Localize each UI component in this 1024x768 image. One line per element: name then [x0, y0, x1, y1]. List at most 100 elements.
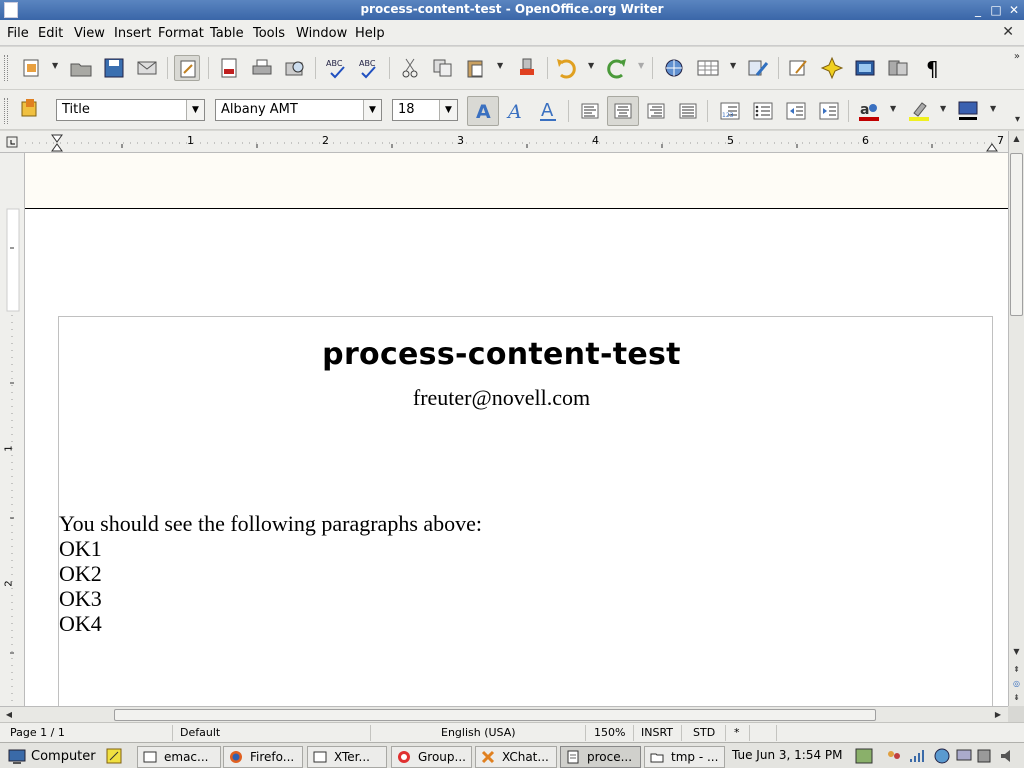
network-signal-icon[interactable] [908, 747, 926, 765]
print-icon[interactable] [249, 55, 275, 81]
align-left-icon[interactable] [577, 98, 603, 124]
page-header-region[interactable] [25, 153, 1008, 209]
chevron-down-icon[interactable]: ▼ [186, 100, 204, 120]
vertical-scroll-thumb[interactable] [1010, 153, 1023, 316]
zoom-indicator[interactable]: 150% [594, 726, 625, 741]
toolbar-handle[interactable] [4, 55, 8, 81]
new-document-icon[interactable] [18, 55, 44, 81]
close-window-button[interactable]: ✕ [1006, 2, 1022, 18]
menu-window[interactable]: Window [296, 26, 347, 41]
font-name-select[interactable]: Albany AMT ▼ [215, 99, 382, 121]
highlighting-dropdown-arrow[interactable]: ▼ [940, 104, 948, 113]
maximize-button[interactable]: □ [988, 2, 1004, 18]
scroll-down-icon[interactable]: ▼ [1010, 647, 1023, 659]
show-desktop-icon[interactable] [855, 747, 873, 765]
edit-file-icon[interactable] [174, 55, 200, 81]
formatting-marks-icon[interactable]: ¶ [919, 55, 945, 81]
notes-icon[interactable] [104, 747, 124, 765]
new-dropdown-arrow[interactable]: ▼ [52, 61, 60, 70]
next-page-icon[interactable]: ⇟ [1010, 693, 1023, 705]
underline-button[interactable]: A [535, 98, 561, 124]
menu-tools[interactable]: Tools [253, 26, 285, 41]
find-replace-icon[interactable] [786, 55, 812, 81]
hyperlink-icon[interactable] [661, 55, 687, 81]
menu-file[interactable]: File [7, 26, 29, 41]
toolbar-handle[interactable] [4, 98, 8, 124]
align-right-icon[interactable] [643, 98, 669, 124]
email-document-icon[interactable] [134, 55, 160, 81]
background-color-dropdown-arrow[interactable]: ▼ [990, 104, 998, 113]
taskbar-item-xterm[interactable]: XTer... [307, 746, 387, 768]
redo-icon[interactable] [604, 55, 630, 81]
navigator-icon[interactable] [819, 55, 845, 81]
highlighting-icon[interactable] [906, 98, 932, 124]
decrease-indent-icon[interactable] [783, 98, 809, 124]
insert-table-icon[interactable] [695, 55, 721, 81]
body-paragraph[interactable]: You should see the following paragraphs … [59, 511, 482, 537]
vertical-ruler[interactable]: 1 2 [0, 153, 25, 706]
vertical-scrollbar[interactable]: ▲ ▼ ⇞ ◎ ⇟ [1008, 131, 1024, 706]
language-indicator[interactable]: English (USA) [441, 726, 516, 741]
open-folder-icon[interactable] [68, 55, 94, 81]
menu-insert[interactable]: Insert [114, 26, 151, 41]
insert-mode-indicator[interactable]: INSRT [641, 726, 673, 741]
font-color-icon[interactable]: a [856, 98, 882, 124]
body-paragraph[interactable]: OK4 [59, 611, 102, 637]
spellcheck-icon[interactable]: ABC [323, 55, 349, 81]
menu-help[interactable]: Help [355, 26, 385, 41]
document-author[interactable]: freuter@novell.com [0, 385, 1003, 411]
taskbar-item-groupwise[interactable]: Group... [391, 746, 472, 768]
show-draw-functions-icon[interactable] [745, 55, 771, 81]
navigation-icon[interactable]: ◎ [1010, 679, 1023, 691]
previous-page-icon[interactable]: ⇞ [1010, 665, 1023, 677]
taskbar-item-xchat[interactable]: XChat... [475, 746, 557, 768]
minimize-button[interactable]: _ [970, 2, 986, 18]
undo-dropdown-arrow[interactable]: ▼ [588, 61, 596, 70]
taskbar-item-writer[interactable]: proce... [560, 746, 641, 768]
background-color-icon[interactable] [955, 98, 981, 124]
export-pdf-icon[interactable] [216, 55, 242, 81]
updater-icon[interactable] [933, 747, 951, 765]
toolbar-overflow-icon[interactable]: ▾ [1015, 114, 1020, 125]
users-icon[interactable] [885, 747, 903, 765]
undo-icon[interactable] [553, 55, 579, 81]
gallery-icon[interactable] [852, 55, 878, 81]
battery-icon[interactable] [975, 747, 993, 765]
clone-formatting-icon[interactable] [514, 55, 540, 81]
chevron-down-icon[interactable]: ▼ [439, 100, 457, 120]
data-sources-icon[interactable] [885, 55, 911, 81]
italic-button[interactable]: A [503, 98, 529, 124]
paragraph-style-select[interactable]: Title ▼ [56, 99, 205, 121]
close-document-button[interactable]: ✕ [1002, 24, 1014, 40]
menu-edit[interactable]: Edit [38, 26, 63, 41]
styles-formatting-icon[interactable] [16, 96, 42, 122]
justify-icon[interactable] [675, 98, 701, 124]
font-color-dropdown-arrow[interactable]: ▼ [890, 104, 898, 113]
page-indicator[interactable]: Page 1 / 1 [10, 726, 65, 741]
toolbar-overflow-icon[interactable]: » [1014, 51, 1020, 62]
menu-table[interactable]: Table [210, 26, 244, 41]
bullets-icon[interactable] [750, 98, 776, 124]
align-center-icon[interactable] [607, 96, 639, 126]
taskbar-item-firefox[interactable]: Firefo... [223, 746, 303, 768]
page-preview-icon[interactable] [282, 55, 308, 81]
numbering-icon[interactable]: 123 [717, 98, 743, 124]
horizontal-scrollbar[interactable]: ◀ ▶ [0, 706, 1008, 722]
clock[interactable]: Tue Jun 3, 1:54 PM [732, 748, 843, 762]
scroll-up-icon[interactable]: ▲ [1010, 134, 1023, 146]
menu-format[interactable]: Format [158, 26, 204, 41]
taskbar-item-tmp-folder[interactable]: tmp - ... [644, 746, 725, 768]
copy-icon[interactable] [430, 55, 456, 81]
font-size-select[interactable]: 18 ▼ [392, 99, 458, 121]
selection-mode-indicator[interactable]: STD [693, 726, 715, 741]
autospellcheck-icon[interactable]: ABC [356, 55, 382, 81]
body-paragraph[interactable]: OK3 [59, 586, 102, 612]
scroll-left-icon[interactable]: ◀ [3, 708, 15, 721]
menu-view[interactable]: View [74, 26, 105, 41]
chevron-down-icon[interactable]: ▼ [363, 100, 381, 120]
cut-icon[interactable] [397, 55, 423, 81]
redo-dropdown-arrow[interactable]: ▼ [638, 61, 646, 70]
bold-button[interactable]: A [467, 96, 499, 126]
document-title[interactable]: process-content-test [0, 337, 1003, 372]
volume-icon[interactable] [998, 747, 1016, 765]
